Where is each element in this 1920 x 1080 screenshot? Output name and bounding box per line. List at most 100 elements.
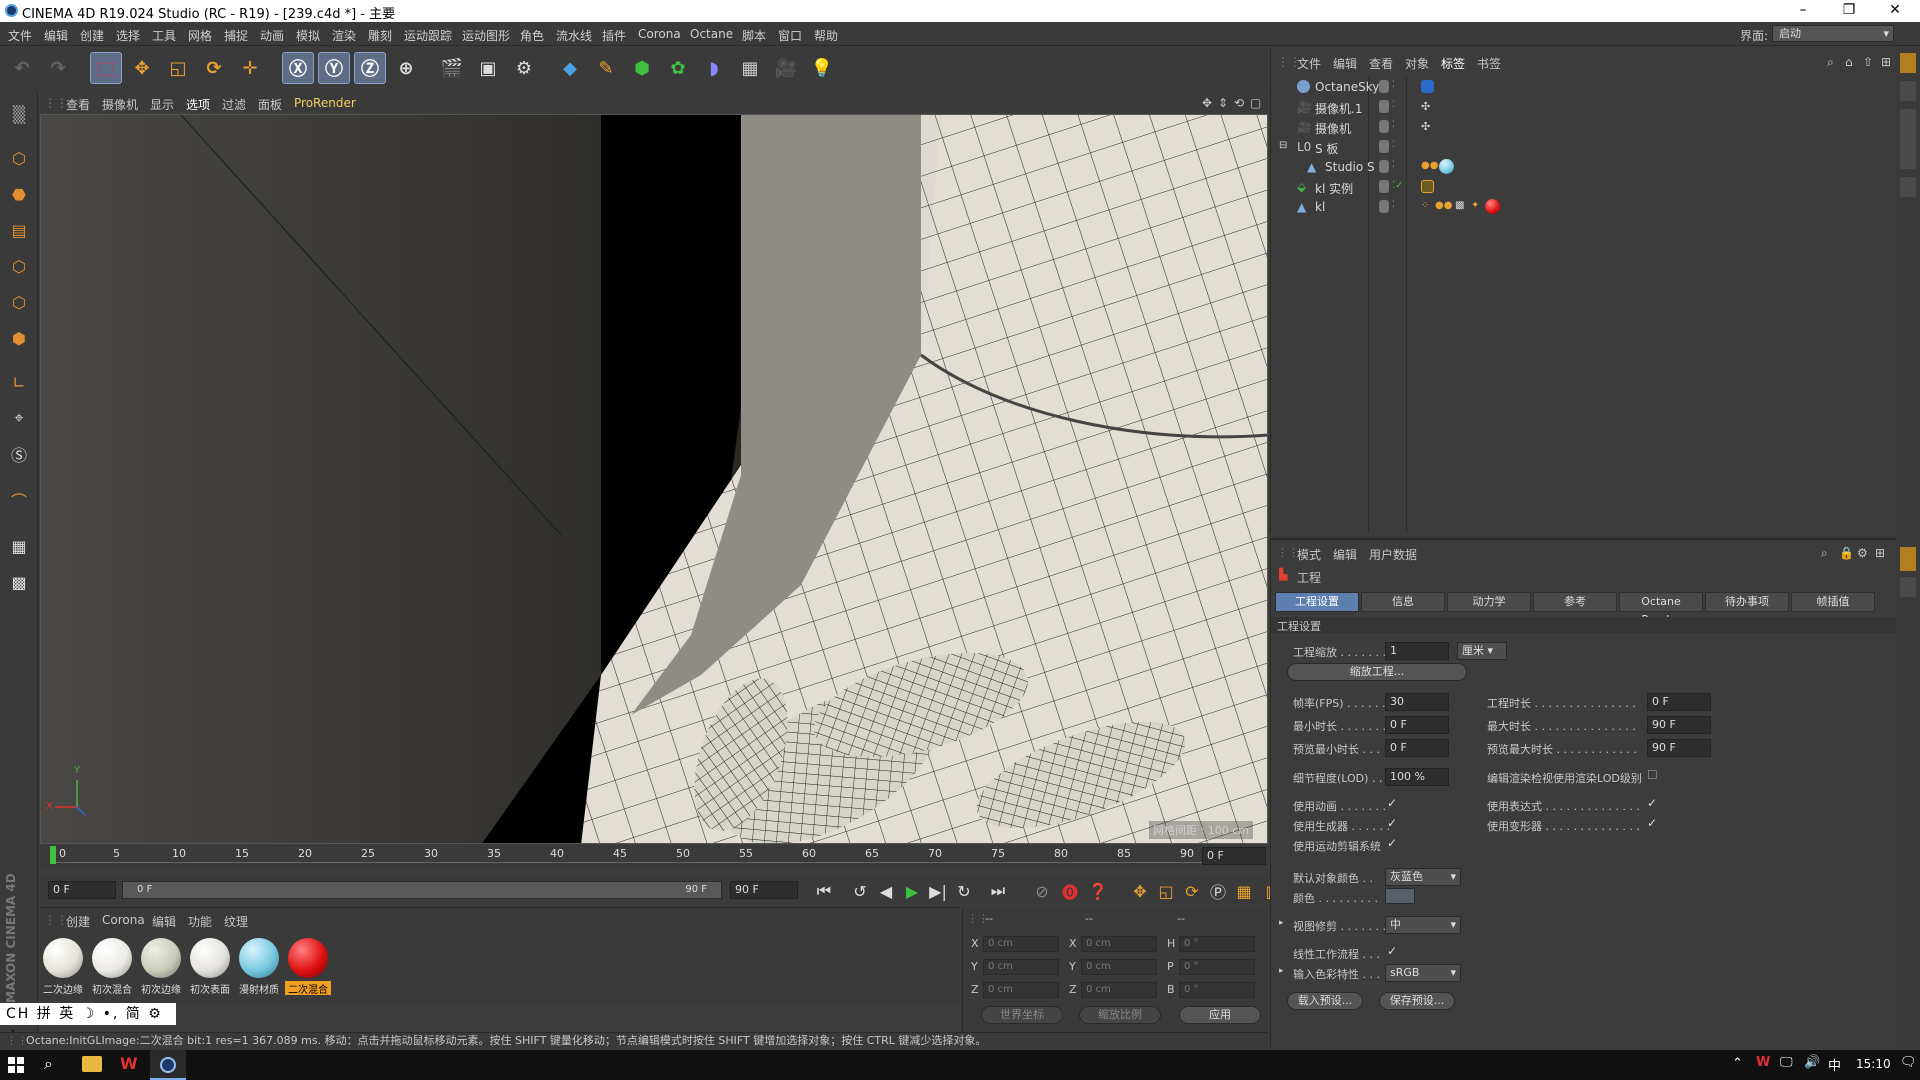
render-view-icon[interactable]: 🎬 [436, 52, 468, 84]
menu-corona[interactable]: Corona [638, 27, 681, 41]
camera-icon[interactable]: 🎥 [770, 52, 802, 84]
use-expression-checkbox[interactable]: ✓ [1647, 796, 1657, 810]
menu-simulate[interactable]: 模拟 [296, 27, 320, 44]
up-icon[interactable]: ⇧ [1863, 55, 1873, 69]
last-tool-icon[interactable]: ✛ [234, 52, 266, 84]
scale-project-button[interactable]: 缩放工程... [1287, 663, 1467, 681]
rotation-b-field[interactable]: 0 ° [1179, 982, 1255, 998]
next-key-icon[interactable]: ↻ [952, 879, 976, 903]
object-row[interactable]: OctaneSky ⁚ [1277, 77, 1897, 97]
visibility-toggle-icon[interactable] [1379, 200, 1389, 213]
key-position-icon[interactable]: ✥ [1128, 879, 1152, 903]
solo-icon[interactable]: Ⓢ [4, 439, 34, 469]
search-icon[interactable]: ⌕ [44, 1054, 53, 1074]
menu-motion-tracking[interactable]: 运动跟踪 [404, 27, 452, 44]
axis-mode-icon[interactable]: ∟ [4, 367, 34, 397]
phong-tag-icon[interactable]: ●● [1421, 160, 1438, 171]
render-dots-icon[interactable]: ⁚ [1392, 100, 1395, 110]
visibility-toggle-icon[interactable] [1379, 80, 1389, 93]
menu-help[interactable]: 帮助 [814, 27, 838, 44]
render-dots-icon[interactable]: ⁚ [1392, 200, 1395, 210]
cloner-icon[interactable]: ✿ [662, 52, 694, 84]
viewport-zoom-icon[interactable]: ⇕ [1218, 96, 1228, 110]
volume-icon[interactable]: 🔊 [1804, 1055, 1820, 1070]
weight-tag-icon[interactable]: ⁘ [1421, 200, 1429, 211]
visibility-toggle-icon[interactable] [1379, 140, 1389, 153]
save-preset-button[interactable]: 保存预设... [1379, 992, 1455, 1010]
scale-mode-dropdown[interactable]: 缩放比例 [1079, 1006, 1161, 1024]
tab-project-settings[interactable]: 工程设置 [1275, 592, 1359, 612]
start-frame-field[interactable]: 0 F [48, 881, 116, 899]
rotation-h-field[interactable]: 0 ° [1179, 936, 1255, 952]
ime-toolbar[interactable]: CH 拼 英 ☽ •, 简 ⚙ ⋮ [0, 1003, 176, 1044]
tab-todo[interactable]: 待办事项 [1705, 592, 1789, 612]
previous-frame-icon[interactable]: ◀ [874, 879, 898, 903]
menu-mograph[interactable]: 运动图形 [462, 27, 510, 44]
render-to-picture-viewer-icon[interactable]: ▣ [472, 52, 504, 84]
lod-field[interactable]: 100 % [1385, 768, 1449, 786]
min-time-field[interactable]: 0 F [1385, 716, 1449, 734]
menu-mesh[interactable]: 网格 [188, 27, 212, 44]
coordinate-system-icon[interactable]: ⊕ [390, 52, 422, 84]
search-icon[interactable]: ⌕ [1821, 546, 1828, 561]
menu-tools[interactable]: 工具 [152, 27, 176, 44]
snap-icon[interactable]: ⌒ [4, 485, 34, 515]
wps-tray-icon[interactable]: W [1756, 1055, 1770, 1070]
visibility-toggle-icon[interactable] [1379, 180, 1389, 193]
viewport-rotate-icon[interactable]: ⟲ [1234, 96, 1244, 110]
obj-menu-bookmarks[interactable]: 书签 [1477, 55, 1501, 72]
mat-menu-texture[interactable]: 纹理 [224, 913, 248, 930]
close-icon[interactable]: ✕ [1872, 0, 1918, 22]
material-swatch[interactable]: 二次边缘 [40, 936, 86, 996]
use-animation-checkbox[interactable]: ✓ [1387, 796, 1397, 810]
model-mode-icon[interactable]: ⬡ [4, 143, 34, 173]
cinema4d-taskbar-button[interactable] [150, 1050, 186, 1080]
project-time-field[interactable]: 0 F [1647, 693, 1711, 711]
range-slider[interactable]: 0 F 90 F [122, 881, 722, 899]
octane-tag-icon[interactable] [1421, 80, 1434, 93]
texture-mode-icon[interactable]: ⬣ [4, 179, 34, 209]
ime-tray-icon[interactable]: 中 [1828, 1055, 1841, 1074]
move-icon[interactable]: ✥ [126, 52, 158, 84]
menu-edit[interactable]: 编辑 [44, 27, 68, 44]
expand-icon[interactable]: ▸ [1279, 918, 1284, 928]
key-param-icon[interactable]: Ⓟ [1206, 879, 1230, 903]
attr-menu-mode[interactable]: 模式 [1297, 546, 1321, 563]
world-coordinates-dropdown[interactable]: 世界坐标 [981, 1006, 1063, 1024]
size-y-field[interactable]: 0 cm [1081, 959, 1157, 975]
apply-button[interactable]: 应用 [1179, 1006, 1261, 1024]
menu-script[interactable]: 脚本 [742, 27, 766, 44]
windows-start-icon[interactable] [8, 1057, 24, 1073]
edges-mode-icon[interactable]: ⬡ [4, 287, 34, 317]
phong-tag-icon[interactable]: ●● [1435, 200, 1452, 211]
camera-tag-icon[interactable]: ✣ [1421, 120, 1430, 133]
search-icon[interactable]: ⌕ [1827, 55, 1834, 70]
viewport-menu-panel[interactable]: 面板 [258, 96, 282, 113]
subdivision-icon[interactable]: ⬢ [626, 52, 658, 84]
side-tab-takes[interactable] [1900, 81, 1916, 101]
expand-icon[interactable]: ⊟ [1279, 140, 1287, 151]
pen-icon[interactable]: ✎ [590, 52, 622, 84]
obj-menu-edit[interactable]: 编辑 [1333, 55, 1357, 72]
obj-menu-view[interactable]: 查看 [1369, 55, 1393, 72]
gear-icon[interactable]: ⚙ [1857, 546, 1868, 560]
visibility-toggle-icon[interactable] [1379, 100, 1389, 113]
enabled-check-icon[interactable]: ⁚✓ [1392, 180, 1404, 191]
material-swatch[interactable]: 二次混合 [285, 936, 331, 996]
visibility-toggle-icon[interactable] [1379, 120, 1389, 133]
viewport-menu-options[interactable]: 选项 [186, 96, 210, 113]
position-x-field[interactable]: 0 cm [983, 936, 1059, 952]
camera-tag-icon[interactable]: ✣ [1421, 100, 1430, 113]
object-row[interactable]: ▲ kl ⁚ ⁘ ●● ▩ ✦ [1277, 197, 1897, 217]
position-y-field[interactable]: 0 cm [983, 959, 1059, 975]
mat-menu-create[interactable]: 创建 [66, 913, 90, 930]
tab-info[interactable]: 信息 [1361, 592, 1445, 612]
load-preset-button[interactable]: 载入预设... [1287, 992, 1363, 1010]
timeline-playhead[interactable] [50, 846, 56, 864]
viewport-menu-camera[interactable]: 摄像机 [102, 96, 138, 113]
menu-select[interactable]: 选择 [116, 27, 140, 44]
attr-menu-edit[interactable]: 编辑 [1333, 546, 1357, 563]
size-x-field[interactable]: 0 cm [1081, 936, 1157, 952]
object-row[interactable]: ▲ Studio S ⁚ ●● [1277, 157, 1897, 177]
viewport-menu-display[interactable]: 显示 [150, 96, 174, 113]
